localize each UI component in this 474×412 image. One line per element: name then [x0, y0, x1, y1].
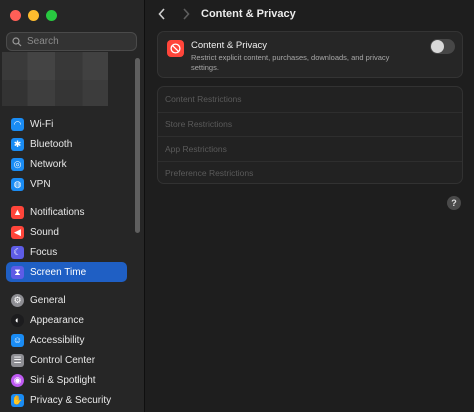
- sidebar-item-appearance[interactable]: ◐ Appearance: [6, 310, 127, 330]
- sidebar-item-label: Wi-Fi: [30, 118, 54, 130]
- sidebar-scrollbar[interactable]: [134, 58, 141, 410]
- sidebar-item-label: Sound: [30, 226, 59, 238]
- accessibility-icon: ☺: [11, 333, 24, 347]
- content-privacy-toggle[interactable]: [430, 39, 455, 54]
- apple-account-card[interactable]: [2, 52, 108, 106]
- globe-icon: ◎: [11, 157, 24, 171]
- bell-icon: ▲: [11, 205, 24, 219]
- window-controls: [10, 10, 57, 21]
- sidebar-item-control-center[interactable]: ☰ Control Center: [6, 350, 127, 370]
- sidebar-item-vpn[interactable]: ◍ VPN: [6, 174, 127, 194]
- sidebar: ◠ Wi-Fi ✱ Bluetooth ◎ Network ◍ VPN ▲ Notificatio…: [0, 0, 145, 412]
- sidebar-item-siri-spotlight[interactable]: ◉ Siri & Spotlight: [6, 370, 127, 390]
- sidebar-item-label: General: [30, 294, 66, 306]
- restriction-label: Content Restrictions: [165, 94, 242, 105]
- content-privacy-card: Content & Privacy Restrict explicit cont…: [157, 31, 463, 78]
- sidebar-item-label: Bluetooth: [30, 138, 73, 150]
- content-privacy-description: Restrict explicit content, purchases, do…: [191, 53, 390, 72]
- sidebar-item-notifications[interactable]: ▲ Notifications: [6, 202, 127, 222]
- sidebar-item-label: Accessibility: [30, 334, 85, 346]
- moon-icon: ☾: [11, 245, 24, 259]
- minimize-window-button[interactable]: [28, 10, 39, 21]
- bluetooth-icon: ✱: [11, 137, 24, 151]
- restriction-row-preference-restrictions[interactable]: Preference Restrictions: [158, 160, 462, 186]
- gear-icon: ⚙: [11, 293, 24, 307]
- main-pane: Content & Privacy Content & Privacy Rest…: [146, 0, 474, 412]
- sidebar-item-label: Privacy & Security: [30, 394, 112, 406]
- restriction-row-store-restrictions[interactable]: Store Restrictions: [158, 111, 462, 137]
- search-field[interactable]: [6, 32, 137, 51]
- hand-icon: ✋: [11, 393, 24, 407]
- sidebar-item-network[interactable]: ◎ Network: [6, 154, 127, 174]
- toolbar: Content & Privacy: [146, 0, 474, 28]
- content-privacy-title: Content & Privacy: [191, 40, 268, 51]
- toggle-knob: [431, 40, 444, 53]
- speaker-icon: ◀: [11, 225, 24, 239]
- close-window-button[interactable]: [10, 10, 21, 21]
- page-title: Content & Privacy: [201, 8, 296, 20]
- restriction-row-content-restrictions[interactable]: Content Restrictions: [158, 87, 462, 112]
- restriction-row-app-restrictions[interactable]: App Restrictions: [158, 136, 462, 161]
- sidebar-item-label: Notifications: [30, 206, 85, 218]
- sidebar-item-label: VPN: [30, 178, 51, 190]
- sidebar-item-wi-fi[interactable]: ◠ Wi-Fi: [6, 114, 127, 134]
- zoom-window-button[interactable]: [46, 10, 57, 21]
- sidebar-item-label: Control Center: [30, 354, 96, 366]
- sidebar-item-label: Focus: [30, 246, 58, 258]
- sidebar-item-label: Siri & Spotlight: [30, 374, 96, 386]
- back-button[interactable]: [155, 6, 169, 22]
- search-input[interactable]: [27, 36, 127, 47]
- search-icon: [12, 36, 22, 46]
- sidebar-item-bluetooth[interactable]: ✱ Bluetooth: [6, 134, 127, 154]
- wifi-icon: ◠: [11, 117, 24, 131]
- chevron-right-icon: [183, 8, 190, 20]
- restrictions-list: Content Restrictions Store Restrictions Ap…: [157, 86, 463, 184]
- sidebar-scroll-thumb[interactable]: [135, 58, 140, 233]
- forward-button[interactable]: [179, 6, 193, 22]
- control-center-icon: ☰: [11, 353, 24, 367]
- restriction-label: App Restrictions: [165, 143, 227, 154]
- sidebar-item-label: Screen Time: [30, 266, 87, 278]
- no-entry-icon: [167, 40, 184, 57]
- sidebar-item-accessibility[interactable]: ☺ Accessibility: [6, 330, 127, 350]
- sidebar-item-sound[interactable]: ◀ Sound: [6, 222, 127, 242]
- sidebar-item-privacy-security[interactable]: ✋ Privacy & Security: [6, 390, 127, 410]
- siri-icon: ◉: [11, 373, 24, 387]
- restriction-label: Preference Restrictions: [165, 168, 254, 179]
- help-button[interactable]: ?: [447, 196, 461, 210]
- hourglass-icon: ⧗: [11, 265, 24, 279]
- sidebar-item-label: Network: [30, 158, 67, 170]
- sidebar-item-focus[interactable]: ☾ Focus: [6, 242, 127, 262]
- sidebar-item-general[interactable]: ⚙ General: [6, 290, 127, 310]
- vpn-icon: ◍: [11, 177, 24, 191]
- sidebar-item-screen-time[interactable]: ⧗ Screen Time: [6, 262, 127, 282]
- chevron-left-icon: [158, 8, 165, 20]
- sidebar-item-label: Appearance: [30, 314, 84, 326]
- appearance-icon: ◐: [11, 313, 24, 327]
- restriction-label: Store Restrictions: [165, 119, 233, 130]
